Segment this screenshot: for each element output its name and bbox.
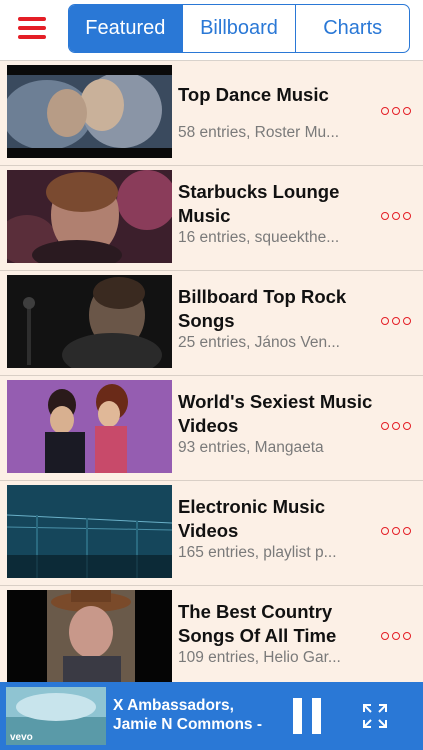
playlist-subtitle: 93 entries, Mangaeta <box>178 439 324 456</box>
hamburger-menu-icon[interactable] <box>18 17 46 39</box>
top-bar: Featured Billboard Charts <box>0 0 423 61</box>
now-playing-bar[interactable]: vevo X Ambassadors, Jamie N Commons - <box>0 682 423 750</box>
playlist-subtitle: 16 entries, squeekthe... <box>178 229 340 246</box>
playlist-thumbnail <box>7 380 172 473</box>
playlist-title: Top Dance Music <box>178 84 329 105</box>
more-options-icon[interactable] <box>381 420 411 432</box>
playlist-thumbnail <box>7 590 172 683</box>
playlist-thumbnail <box>7 275 172 368</box>
playlist-title: Electronic Music Videos <box>178 496 326 541</box>
playlist-row[interactable]: Billboard Top Rock Songs 25 entries, Ján… <box>0 271 423 376</box>
menu-line <box>18 17 46 21</box>
more-options-icon[interactable] <box>381 525 411 537</box>
more-options-icon[interactable] <box>381 105 411 117</box>
vevo-logo: vevo <box>10 732 33 743</box>
playlist-subtitle: 58 entries, Roster Mu... <box>178 124 340 141</box>
tab-charts[interactable]: Charts <box>295 5 409 52</box>
playlist-row[interactable]: World's Sexiest Music Videos 93 entries,… <box>0 376 423 481</box>
more-options-icon[interactable] <box>381 210 411 222</box>
menu-line <box>18 26 46 30</box>
tab-featured[interactable]: Featured <box>69 5 182 52</box>
more-options-icon[interactable] <box>381 315 411 327</box>
playlist-subtitle: 25 entries, János Ven... <box>178 334 340 351</box>
more-options-icon[interactable] <box>381 630 411 642</box>
tab-switcher: Featured Billboard Charts <box>68 4 410 53</box>
playlist-thumbnail <box>7 485 172 578</box>
playlist-title: World's Sexiest Music Videos <box>178 391 373 436</box>
now-playing-thumbnail: vevo <box>6 687 106 745</box>
playlist-row[interactable]: Electronic Music Videos 165 entries, pla… <box>0 481 423 586</box>
playlist-title: Starbucks Lounge Music <box>178 181 340 226</box>
playlist-row[interactable]: Starbucks Lounge Music 16 entries, squee… <box>0 166 423 271</box>
now-playing-info: X Ambassadors, Jamie N Commons - <box>113 696 278 734</box>
now-playing-line2: Jamie N Commons - <box>113 716 263 733</box>
playlist-thumbnail <box>7 65 172 158</box>
pause-icon[interactable] <box>293 698 321 734</box>
playlist-subtitle: 109 entries, Helio Gar... <box>178 649 341 666</box>
menu-line <box>18 35 46 39</box>
playlist-row[interactable]: Top Dance Music 58 entries, Roster Mu... <box>0 61 423 166</box>
playlist-row[interactable]: The Best Country Songs Of All Time 109 e… <box>0 586 423 691</box>
playlist-title: The Best Country Songs Of All Time <box>178 601 337 646</box>
expand-icon[interactable] <box>361 702 389 730</box>
tab-billboard[interactable]: Billboard <box>181 5 296 52</box>
playlist-subtitle: 165 entries, playlist p... <box>178 544 337 561</box>
now-playing-line1: X Ambassadors, <box>113 697 234 714</box>
playlist-thumbnail <box>7 170 172 263</box>
playlist-title: Billboard Top Rock Songs <box>178 286 347 331</box>
